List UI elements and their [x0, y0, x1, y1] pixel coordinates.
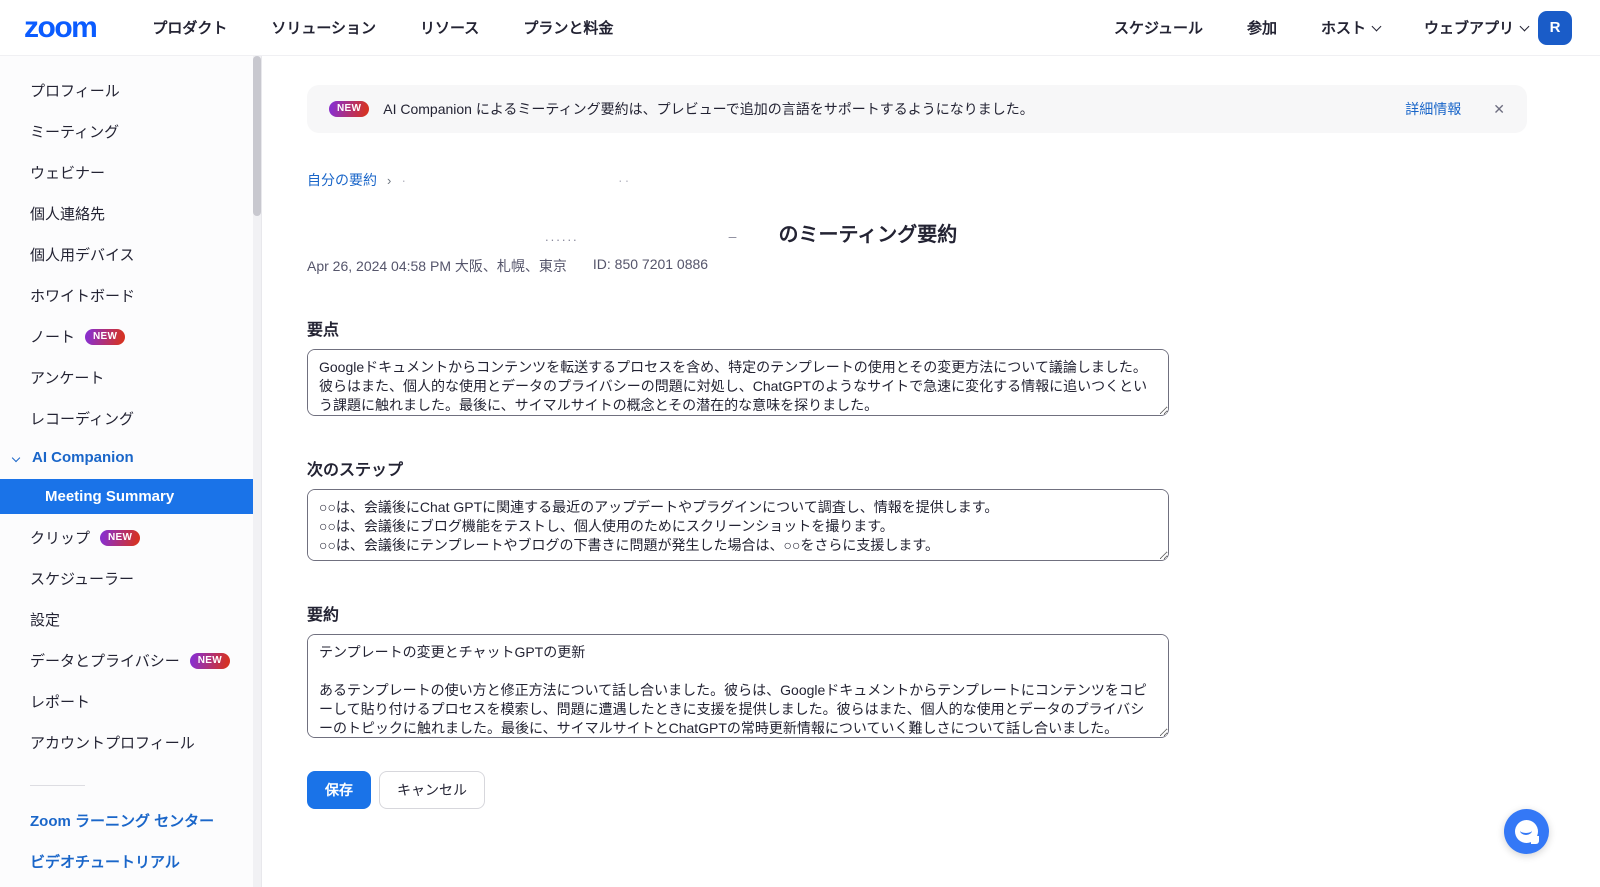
- close-icon[interactable]: ✕: [1493, 101, 1505, 118]
- breadcrumb: 自分の要約 › · ··: [307, 170, 1527, 190]
- sidebar-item-label: ウェビナー: [30, 162, 105, 183]
- page-title: のミーティング要約: [778, 218, 957, 247]
- meeting-meta: Apr 26, 2024 04:58 PM 大阪、札幌、東京 ID: 850 7…: [307, 256, 1527, 276]
- zoom-logo[interactable]: zoom: [24, 11, 96, 45]
- sidebar-item-whiteboard[interactable]: ホワイトボード: [0, 275, 261, 316]
- breadcrumb-my-summaries-link[interactable]: 自分の要約: [307, 170, 377, 190]
- sidebar-item-label: 設定: [30, 609, 60, 630]
- summary-heading: 要約: [307, 601, 1527, 625]
- nav-schedule[interactable]: スケジュール: [1114, 17, 1203, 38]
- new-badge: NEW: [190, 653, 230, 669]
- chevron-down-icon: [1520, 22, 1530, 32]
- sidebar-item-meetings[interactable]: ミーティング: [0, 111, 261, 152]
- redacted-meeting-name: ......: [545, 229, 579, 244]
- next-steps-heading: 次のステップ: [307, 456, 1527, 480]
- sidebar-item-label: レポート: [30, 691, 90, 712]
- banner-learn-more-link[interactable]: 詳細情報: [1405, 99, 1461, 119]
- sidebar-item-ai-companion[interactable]: AI Companion: [0, 439, 261, 476]
- sidebar-link-label: ビデオチュートリアル: [30, 851, 180, 872]
- top-navigation-bar: zoom プロダクト ソリューション リソース プランと料金 スケジュール 参加…: [0, 0, 1600, 56]
- sidebar-item-label: ホワイトボード: [30, 285, 135, 306]
- redacted-meeting-name: –: [729, 228, 737, 244]
- sidebar-item-profile[interactable]: プロフィール: [0, 70, 261, 111]
- sidebar-item-label: Meeting Summary: [45, 488, 174, 505]
- next-steps-textarea[interactable]: ○○は、会議後にChat GPTに関連する最近のアップデートやプラグインについて…: [307, 489, 1169, 561]
- sidebar-item-label: ノート: [30, 326, 75, 347]
- cancel-button[interactable]: キャンセル: [379, 771, 485, 809]
- sidebar-item-label: アカウントプロフィール: [30, 732, 195, 753]
- new-badge: NEW: [85, 329, 125, 345]
- nav-resources[interactable]: リソース: [420, 17, 479, 38]
- sidebar-item-label: データとプライバシー: [30, 650, 180, 671]
- sidebar-item-reports[interactable]: レポート: [0, 681, 261, 722]
- sidebar-item-personal-contacts[interactable]: 個人連絡先: [0, 193, 261, 234]
- save-button[interactable]: 保存: [307, 771, 371, 809]
- sidebar-link-video-tutorials[interactable]: ビデオチュートリアル: [0, 841, 261, 882]
- breadcrumb-redacted-text: ··: [618, 172, 631, 188]
- new-badge: NEW: [100, 530, 140, 546]
- action-buttons: 保存 キャンセル: [307, 771, 1527, 809]
- sidebar-link-label: Zoom ラーニング センター: [30, 810, 214, 831]
- nav-host-menu[interactable]: ホスト: [1321, 17, 1380, 38]
- breadcrumb-separator: ›: [387, 173, 391, 188]
- smile-icon: [1520, 826, 1532, 835]
- sidebar-item-label: スケジューラー: [30, 568, 134, 589]
- new-badge: NEW: [329, 101, 369, 117]
- breadcrumb-redacted-text: ·: [401, 172, 408, 188]
- meeting-title-row: ...... – のミーティング要約: [545, 218, 1527, 247]
- sidebar-item-label: アンケート: [30, 367, 104, 388]
- summary-textarea[interactable]: テンプレートの変更とチャットGPTの更新 あるテンプレートの使い方と修正方法につ…: [307, 634, 1169, 738]
- key-points-textarea[interactable]: Googleドキュメントからコンテンツを転送するプロセスを含め、特定のテンプレー…: [307, 349, 1169, 416]
- sidebar-link-learning-center[interactable]: Zoom ラーニング センター: [0, 800, 261, 841]
- sidebar-item-recordings[interactable]: レコーディング: [0, 398, 261, 439]
- chevron-down-icon: [1372, 22, 1382, 32]
- user-avatar[interactable]: R: [1538, 11, 1572, 45]
- sidebar-link-knowledge-base[interactable]: ナレッジベース: [0, 882, 261, 887]
- sidebar-item-data-privacy[interactable]: データとプライバシー NEW: [0, 640, 261, 681]
- chat-bubble-icon: [1515, 820, 1538, 843]
- sidebar-item-clips[interactable]: クリップ NEW: [0, 517, 261, 558]
- scrollbar-thumb[interactable]: [253, 56, 261, 216]
- nav-host-label: ホスト: [1321, 20, 1366, 37]
- nav-webapp-menu[interactable]: ウェブアプリ: [1424, 17, 1528, 38]
- nav-join[interactable]: 参加: [1247, 17, 1277, 38]
- sidebar-item-label: クリップ: [30, 527, 90, 548]
- sidebar-item-label: AI Companion: [32, 449, 134, 466]
- meeting-datetime: Apr 26, 2024 04:58 PM 大阪、札幌、東京: [307, 256, 567, 276]
- sidebar-item-label: ミーティング: [30, 121, 119, 142]
- sidebar-item-surveys[interactable]: アンケート: [0, 357, 261, 398]
- sidebar-item-meeting-summary[interactable]: Meeting Summary: [0, 479, 261, 514]
- sidebar-item-label: 個人用デバイス: [30, 244, 135, 265]
- primary-nav: プロダクト ソリューション リソース プランと料金: [152, 17, 613, 38]
- sidebar-item-label: レコーディング: [30, 408, 134, 429]
- banner-message: AI Companion によるミーティング要約は、プレビューで追加の言語をサポ…: [383, 99, 1391, 119]
- key-points-heading: 要点: [307, 316, 1527, 340]
- sidebar-divider: [30, 785, 85, 786]
- sidebar-item-personal-devices[interactable]: 個人用デバイス: [0, 234, 261, 275]
- sidebar-item-scheduler[interactable]: スケジューラー: [0, 558, 261, 599]
- sidebar: プロフィール ミーティング ウェビナー 個人連絡先 個人用デバイス ホワイトボー…: [0, 56, 262, 887]
- sidebar-item-settings[interactable]: 設定: [0, 599, 261, 640]
- nav-products[interactable]: プロダクト: [152, 17, 227, 38]
- sidebar-item-notes[interactable]: ノート NEW: [0, 316, 261, 357]
- sidebar-item-label: プロフィール: [30, 80, 120, 101]
- meeting-id: ID: 850 7201 0886: [593, 256, 708, 276]
- nav-plans-pricing[interactable]: プランと料金: [523, 17, 613, 38]
- chat-support-button[interactable]: [1504, 809, 1549, 854]
- nav-solutions[interactable]: ソリューション: [271, 17, 376, 38]
- notification-banner: NEW AI Companion によるミーティング要約は、プレビューで追加の言…: [307, 85, 1527, 133]
- secondary-nav: スケジュール 参加 ホスト ウェブアプリ: [1114, 17, 1528, 38]
- sidebar-scrollbar[interactable]: [253, 56, 261, 887]
- sidebar-item-webinars[interactable]: ウェビナー: [0, 152, 261, 193]
- sidebar-item-label: 個人連絡先: [30, 203, 105, 224]
- main-content: NEW AI Companion によるミーティング要約は、プレビューで追加の言…: [262, 56, 1600, 887]
- sidebar-item-account-profile[interactable]: アカウントプロフィール: [0, 722, 261, 763]
- nav-webapp-label: ウェブアプリ: [1424, 20, 1514, 37]
- chevron-down-icon: [12, 453, 20, 461]
